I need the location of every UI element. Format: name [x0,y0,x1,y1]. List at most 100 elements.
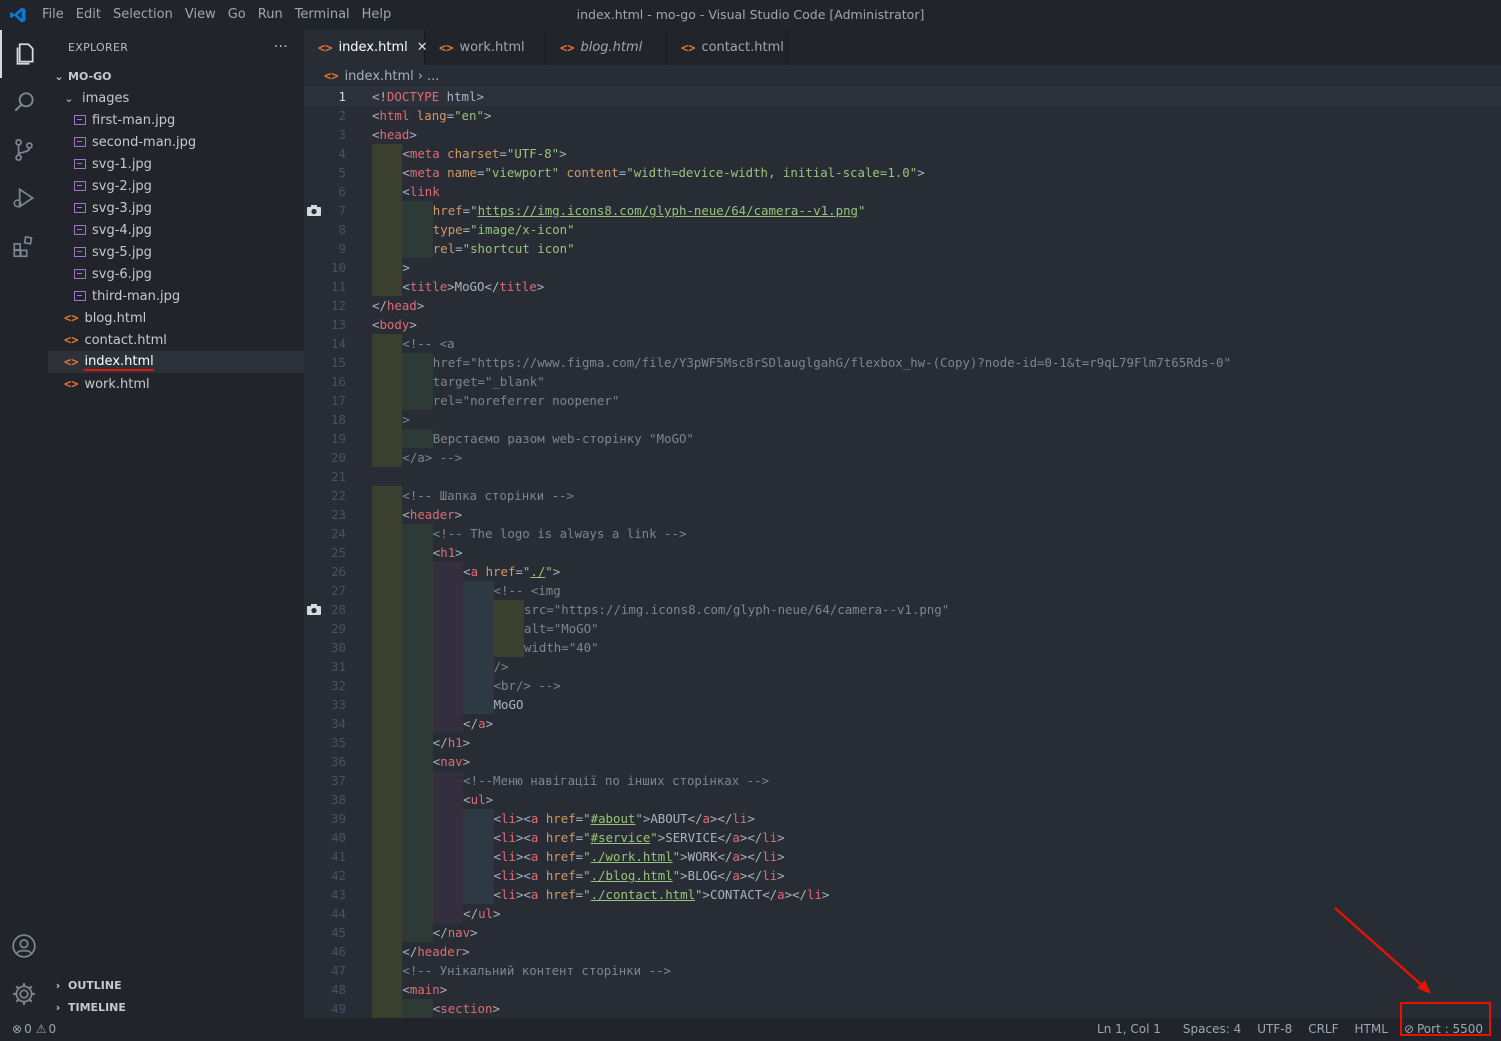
code-text: rel="noreferrer noopener" [372,391,619,410]
code-line[interactable]: 32 <br/> --> [304,676,1501,695]
tree-file-html[interactable]: <> contact.html [48,329,320,351]
code-line[interactable]: 13 <body> [304,315,1501,334]
tab-contact-html[interactable]: <> contact.html [667,30,788,65]
code-line[interactable]: 39 <li><a href="#about">ABOUT</a></li> [304,809,1501,828]
code-line[interactable]: 21 [304,467,1501,486]
code-line[interactable]: 7 href="https://img.icons8.com/glyph-neue… [304,201,1501,220]
more-actions-icon[interactable]: ··· [274,39,288,55]
language-mode[interactable]: HTML [1347,1018,1396,1041]
tree-file-html[interactable]: <> work.html [48,373,320,395]
code-line[interactable]: 45 </nav> [304,923,1501,942]
tree-file-image[interactable]: second-man.jpg [48,131,330,153]
tree-file-html[interactable]: <> index.html [48,351,320,373]
timeline-panel-header[interactable]: › TIMELINE [48,996,304,1018]
breadcrumb-rest[interactable]: ... [427,69,439,84]
code-line[interactable]: 31 /> [304,657,1501,676]
explorer-icon[interactable] [0,30,48,78]
tree-file-image[interactable]: svg-1.jpg [48,153,330,175]
code-line[interactable]: 24 <!-- The logo is always a link --> [304,524,1501,543]
code-line[interactable]: 22 <!-- Шапка сторінки --> [304,486,1501,505]
tree-file-image[interactable]: third-man.jpg [48,285,330,307]
code-line[interactable]: 16 target="_blank" [304,372,1501,391]
code-line[interactable]: 14 <!-- <a [304,334,1501,353]
code-line[interactable]: 20 </a> --> [304,448,1501,467]
code-line[interactable]: 17 rel="noreferrer noopener" [304,391,1501,410]
menu-terminal[interactable]: Terminal [289,0,356,30]
tree-file-image[interactable]: first-man.jpg [48,109,330,131]
code-line[interactable]: 1 <!DOCTYPE html> [304,87,1501,106]
tree-file-image[interactable]: svg-3.jpg [48,197,330,219]
code-line[interactable]: 29 alt="MoGO" [304,619,1501,638]
code-line[interactable]: 34 </a> [304,714,1501,733]
code-line[interactable]: 2 <html lang="en"> [304,106,1501,125]
code-line[interactable]: 42 <li><a href="./blog.html">BLOG</a></li… [304,866,1501,885]
code-line[interactable]: 26 <a href="./"> [304,562,1501,581]
code-line[interactable]: 49 <section> [304,999,1501,1018]
menu-go[interactable]: Go [222,0,252,30]
code-line[interactable]: 44 </ul> [304,904,1501,923]
code-line[interactable]: 3 <head> [304,125,1501,144]
tree-root-folder[interactable]: ⌄ MO-GO [48,65,308,87]
encoding-status[interactable]: UTF-8 [1249,1018,1300,1041]
code-line[interactable]: 15 href="https://www.figma.com/file/Y3pWF… [304,353,1501,372]
code-line[interactable]: 46 </header> [304,942,1501,961]
code-line[interactable]: 48 <main> [304,980,1501,999]
tab-work-html[interactable]: <> work.html [425,30,546,65]
source-control-icon[interactable] [0,126,48,174]
code-line[interactable]: 4 <meta charset="UTF-8"> [304,144,1501,163]
code-line[interactable]: 8 type="image/x-icon" [304,220,1501,239]
code-line[interactable]: 40 <li><a href="#service">SERVICE</a></li… [304,828,1501,847]
code-line[interactable]: 30 width="40" [304,638,1501,657]
code-line[interactable]: 27 <!-- <img [304,581,1501,600]
code-line[interactable]: 28 src="https://img.icons8.com/glyph-neue… [304,600,1501,619]
code-line[interactable]: 35 </h1> [304,733,1501,752]
problems-status[interactable]: ⊗ 0 ⚠ 0 [0,1018,64,1041]
line-number: 27 [331,583,346,598]
code-editor[interactable]: 1 <!DOCTYPE html> 2 <html lang="en"> 3 <head>… [304,87,1501,1018]
code-line[interactable]: 47 <!-- Унікальний контент сторінки --> [304,961,1501,980]
code-line[interactable]: 6 <link [304,182,1501,201]
tab-blog-html[interactable]: <> blog.html [546,30,667,65]
tree-file-image[interactable]: svg-2.jpg [48,175,330,197]
indentation-status[interactable]: Spaces: 4 [1175,1018,1249,1041]
code-line[interactable]: 23 <header> [304,505,1501,524]
menu-edit[interactable]: Edit [70,0,107,30]
tree-file-image[interactable]: svg-6.jpg [48,263,330,285]
menu-file[interactable]: File [36,0,70,30]
code-line[interactable]: 38 <ul> [304,790,1501,809]
menu-run[interactable]: Run [252,0,289,30]
code-line[interactable]: 5 <meta name="viewport" content="width=de… [304,163,1501,182]
code-line[interactable]: 37 <!--Меню навігації по інших сторінках … [304,771,1501,790]
accounts-icon[interactable] [0,922,48,970]
menu-selection[interactable]: Selection [107,0,179,30]
code-line[interactable]: 12 </head> [304,296,1501,315]
eol-status[interactable]: CRLF [1300,1018,1346,1041]
code-line[interactable]: 9 rel="shortcut icon" [304,239,1501,258]
settings-gear-icon[interactable] [0,970,48,1018]
tree-folder-images[interactable]: ⌄ images [48,87,318,109]
outline-panel-header[interactable]: › OUTLINE [48,974,304,996]
tree-file-image[interactable]: svg-4.jpg [48,219,330,241]
code-line[interactable]: 25 <h1> [304,543,1501,562]
file-label: svg-6.jpg [92,266,152,282]
code-line[interactable]: 10 > [304,258,1501,277]
code-line[interactable]: 41 <li><a href="./work.html">WORK</a></li… [304,847,1501,866]
search-icon[interactable] [0,78,48,126]
code-line[interactable]: 33 MoGO [304,695,1501,714]
code-line[interactable]: 36 <nav> [304,752,1501,771]
tree-file-html[interactable]: <> blog.html [48,307,320,329]
breadcrumb-file[interactable]: index.html [344,69,413,84]
code-text: <section> [372,999,500,1018]
menu-view[interactable]: View [179,0,222,30]
code-line[interactable]: 19 Верстаємо разом web-сторінку "MoGO" [304,429,1501,448]
code-line[interactable]: 18 > [304,410,1501,429]
cursor-position[interactable]: Ln 1, Col 1 [1089,1018,1169,1041]
run-debug-icon[interactable] [0,174,48,222]
tree-file-image[interactable]: svg-5.jpg [48,241,330,263]
vscode-logo-icon [0,0,36,30]
extensions-icon[interactable] [0,222,48,270]
menu-help[interactable]: Help [356,0,398,30]
tab-index-html[interactable]: <> index.html ✕ [304,30,428,65]
code-line[interactable]: 43 <li><a href="./contact.html">CONTACT</… [304,885,1501,904]
code-line[interactable]: 11 <title>MoGO</title> [304,277,1501,296]
